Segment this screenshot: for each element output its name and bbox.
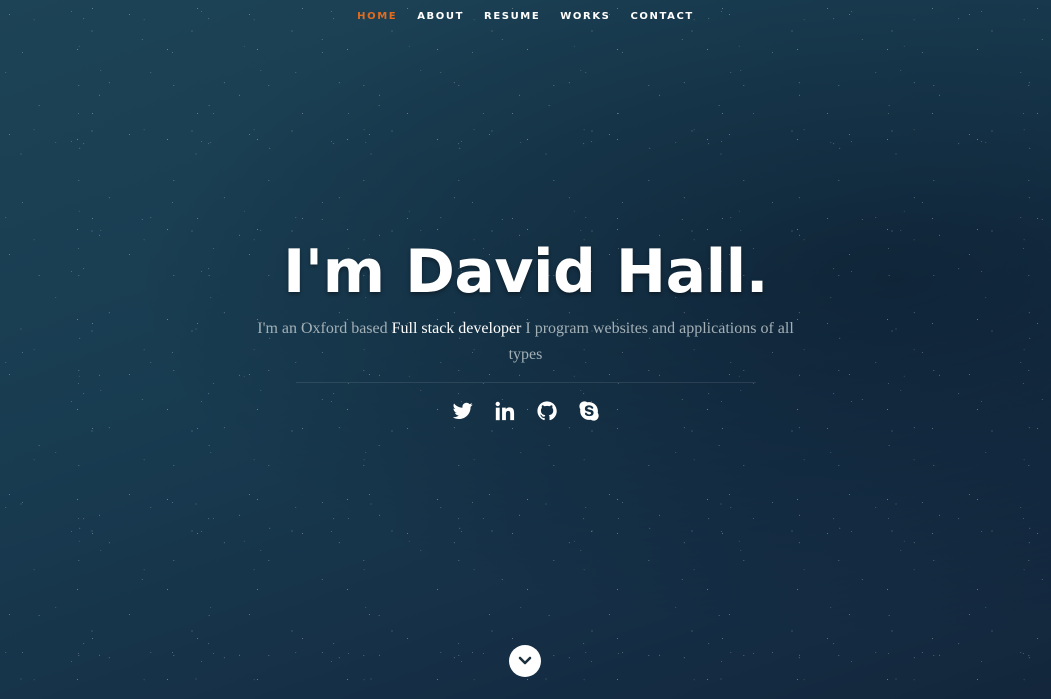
- social-links: [0, 399, 1051, 423]
- github-link[interactable]: [535, 399, 559, 423]
- scroll-down-button[interactable]: [509, 645, 541, 677]
- twitter-icon: [452, 402, 473, 419]
- nav-about[interactable]: ABOUT: [407, 11, 474, 22]
- hero-section: I'm David Hall. I'm an Oxford based Full…: [0, 232, 1051, 423]
- main-navigation: HOME ABOUT RESUME WORKS CONTACT: [0, 0, 1051, 33]
- nav-contact[interactable]: CONTACT: [620, 11, 703, 22]
- skype-icon: [578, 401, 599, 421]
- nav-resume[interactable]: RESUME: [474, 11, 550, 22]
- tagline-highlight: Full stack developer: [391, 320, 522, 337]
- nav-home[interactable]: HOME: [347, 11, 407, 22]
- linkedin-link[interactable]: [493, 399, 517, 423]
- github-icon: [536, 401, 557, 421]
- twitter-link[interactable]: [451, 399, 475, 423]
- tagline-suffix: I program websites and applications of a…: [508, 320, 794, 363]
- skype-link[interactable]: [577, 399, 601, 423]
- hero-divider: [295, 382, 756, 383]
- hero-headline: I'm David Hall.: [282, 237, 769, 307]
- hero-tagline: I'm an Oxford based Full stack developer…: [246, 316, 806, 368]
- linkedin-icon: [495, 401, 514, 421]
- chevron-down-icon: [518, 656, 532, 665]
- nav-works[interactable]: WORKS: [550, 11, 620, 22]
- tagline-prefix: I'm an Oxford based: [257, 320, 392, 337]
